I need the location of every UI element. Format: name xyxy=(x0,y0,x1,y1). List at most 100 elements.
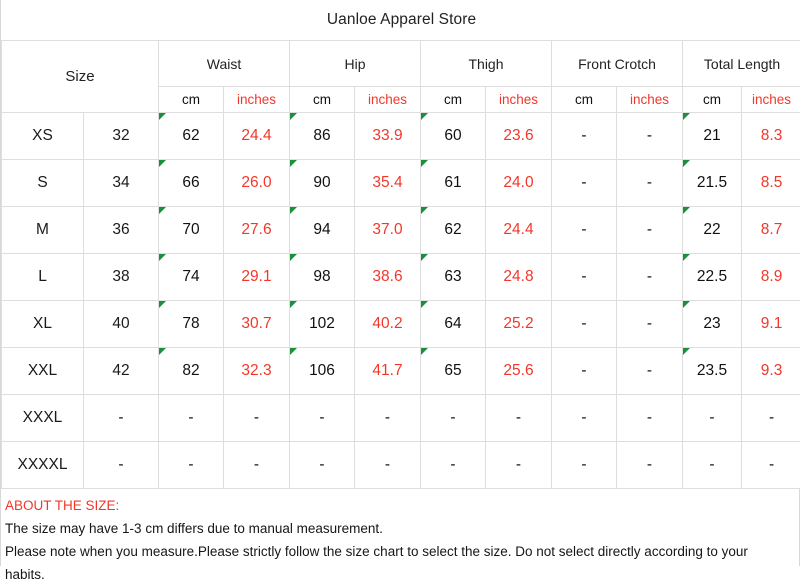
cell-xs-thigh-cm: 60 xyxy=(421,113,486,160)
header-unit-length-cm: cm xyxy=(683,87,742,113)
cell-s-waist-inches: 26.0 xyxy=(224,160,290,207)
cell-l-waist-inches: 29.1 xyxy=(224,254,290,301)
header-unit-hip-inches: inches xyxy=(355,87,421,113)
cell-m-thigh-inches: 24.4 xyxy=(486,207,552,254)
cell-s-size-number: 34 xyxy=(84,160,159,207)
cell-xl-thigh-inches: 25.2 xyxy=(486,301,552,348)
cell-xxl-crotch-inches: - xyxy=(617,348,683,395)
cell-l-waist-cm: 74 xyxy=(159,254,224,301)
cell-s-hip-cm: 90 xyxy=(290,160,355,207)
cell-xxl-waist-cm: 82 xyxy=(159,348,224,395)
header-group-waist: Waist xyxy=(159,41,290,87)
cell-error-flag-icon xyxy=(159,160,166,167)
cell-xxl-waist-inches: 32.3 xyxy=(224,348,290,395)
cell-xl-crotch-inches: - xyxy=(617,301,683,348)
cell-xxxl-crotch-cm: - xyxy=(552,395,617,442)
cell-xs-crotch-cm: - xyxy=(552,113,617,160)
header-group-thigh: Thigh xyxy=(421,41,552,87)
about-line-3: habits. xyxy=(5,564,795,585)
header-group-row: Size Waist Hip Thigh Front Crotch Total … xyxy=(2,41,800,87)
cell-error-flag-icon xyxy=(683,301,690,308)
cell-xxxl-hip-inches: - xyxy=(355,395,421,442)
cell-xl-length-cm: 23 xyxy=(683,301,742,348)
about-heading: ABOUT THE SIZE: xyxy=(5,495,795,516)
cell-l-size-label: L xyxy=(2,254,84,301)
cell-error-flag-icon xyxy=(421,348,428,355)
cell-m-size-label: M xyxy=(2,207,84,254)
about-line-1: The size may have 1-3 cm differs due to … xyxy=(5,518,795,539)
cell-error-flag-icon xyxy=(290,254,297,261)
cell-error-flag-icon xyxy=(683,113,690,120)
cell-s-thigh-inches: 24.0 xyxy=(486,160,552,207)
cell-l-length-inches: 8.9 xyxy=(742,254,800,301)
header-unit-hip-cm: cm xyxy=(290,87,355,113)
cell-xxxxl-hip-cm: - xyxy=(290,442,355,489)
header-size: Size xyxy=(2,41,159,113)
cell-xxl-crotch-cm: - xyxy=(552,348,617,395)
cell-m-waist-inches: 27.6 xyxy=(224,207,290,254)
cell-s-waist-cm: 66 xyxy=(159,160,224,207)
cell-l-thigh-cm: 63 xyxy=(421,254,486,301)
table-row-xl: XL407830.710240.26425.2--239.1 xyxy=(2,301,800,348)
cell-error-flag-icon xyxy=(421,113,428,120)
cell-error-flag-icon xyxy=(683,254,690,261)
cell-error-flag-icon xyxy=(290,207,297,214)
cell-xl-waist-inches: 30.7 xyxy=(224,301,290,348)
cell-xl-size-number: 40 xyxy=(84,301,159,348)
cell-xl-crotch-cm: - xyxy=(552,301,617,348)
cell-error-flag-icon xyxy=(421,254,428,261)
cell-xxxl-size-label: XXXL xyxy=(2,395,84,442)
cell-xxl-thigh-inches: 25.6 xyxy=(486,348,552,395)
header-unit-waist-inches: inches xyxy=(224,87,290,113)
cell-xs-hip-inches: 33.9 xyxy=(355,113,421,160)
cell-error-flag-icon xyxy=(683,348,690,355)
cell-xxl-length-cm: 23.5 xyxy=(683,348,742,395)
cell-s-thigh-cm: 61 xyxy=(421,160,486,207)
table-row-xxxl: XXXL----------- xyxy=(2,395,800,442)
cell-error-flag-icon xyxy=(159,207,166,214)
cell-xl-length-inches: 9.1 xyxy=(742,301,800,348)
cell-error-flag-icon xyxy=(290,113,297,120)
cell-xxxxl-length-inches: - xyxy=(742,442,800,489)
cell-xxxxl-waist-cm: - xyxy=(159,442,224,489)
table-row-xxxxl: XXXXL----------- xyxy=(2,442,800,489)
cell-l-size-number: 38 xyxy=(84,254,159,301)
table-row-xs: XS326224.48633.96023.6--218.3 xyxy=(2,113,800,160)
cell-s-crotch-cm: - xyxy=(552,160,617,207)
cell-xxxl-thigh-cm: - xyxy=(421,395,486,442)
about-line-2: Please note when you measure.Please stri… xyxy=(5,541,795,562)
cell-error-flag-icon xyxy=(159,113,166,120)
cell-l-crotch-inches: - xyxy=(617,254,683,301)
cell-xl-thigh-cm: 64 xyxy=(421,301,486,348)
cell-xl-hip-inches: 40.2 xyxy=(355,301,421,348)
cell-xxl-hip-inches: 41.7 xyxy=(355,348,421,395)
cell-error-flag-icon xyxy=(421,207,428,214)
header-unit-thigh-inches: inches xyxy=(486,87,552,113)
cell-l-hip-cm: 98 xyxy=(290,254,355,301)
cell-m-hip-cm: 94 xyxy=(290,207,355,254)
header-unit-crotch-inches: inches xyxy=(617,87,683,113)
cell-l-length-cm: 22.5 xyxy=(683,254,742,301)
cell-xxxxl-thigh-inches: - xyxy=(486,442,552,489)
cell-xxxxl-crotch-cm: - xyxy=(552,442,617,489)
cell-error-flag-icon xyxy=(159,301,166,308)
cell-s-crotch-inches: - xyxy=(617,160,683,207)
header-group-total-length: Total Length xyxy=(683,41,800,87)
cell-l-thigh-inches: 24.8 xyxy=(486,254,552,301)
cell-xxxl-crotch-inches: - xyxy=(617,395,683,442)
cell-xxxxl-size-number: - xyxy=(84,442,159,489)
cell-xxxl-thigh-inches: - xyxy=(486,395,552,442)
cell-xs-length-inches: 8.3 xyxy=(742,113,800,160)
cell-error-flag-icon xyxy=(421,301,428,308)
cell-xxxxl-size-label: XXXXL xyxy=(2,442,84,489)
cell-m-thigh-cm: 62 xyxy=(421,207,486,254)
cell-error-flag-icon xyxy=(290,348,297,355)
cell-xxl-length-inches: 9.3 xyxy=(742,348,800,395)
cell-m-hip-inches: 37.0 xyxy=(355,207,421,254)
size-chart-page: Uanloe Apparel Store Size Waist Hip Thig… xyxy=(0,0,800,566)
header-group-front-crotch: Front Crotch xyxy=(552,41,683,87)
cell-xxxxl-thigh-cm: - xyxy=(421,442,486,489)
cell-xxxl-size-number: - xyxy=(84,395,159,442)
table-row-xxl: XXL428232.310641.76525.6--23.59.3 xyxy=(2,348,800,395)
cell-xs-size-number: 32 xyxy=(84,113,159,160)
